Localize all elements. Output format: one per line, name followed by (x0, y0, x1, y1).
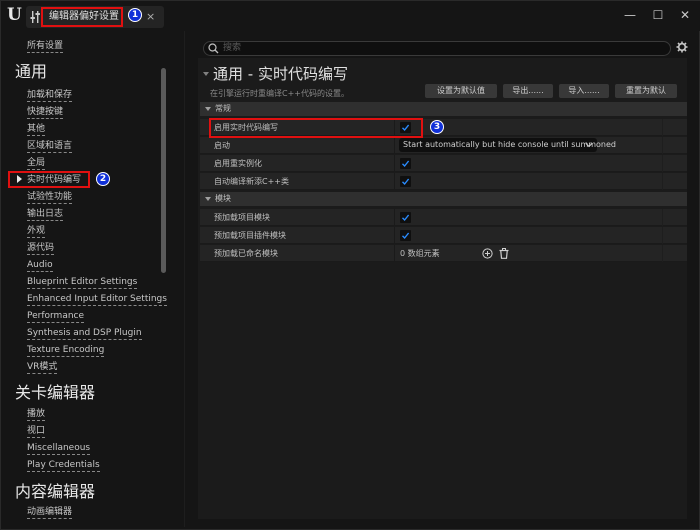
sidebar-item[interactable]: Audio (27, 260, 53, 272)
expand-arrow-icon (205, 197, 211, 201)
sidebar-item[interactable]: 输出日志 (27, 209, 64, 221)
annotation-marker-2: 2 (96, 172, 110, 186)
sidebar-item[interactable]: 其他 (27, 124, 46, 136)
page-subtitle: 在引擎运行时重编译C++代码的设置。 (210, 89, 349, 98)
setting-row-preload-project-modules: 预加载项目模块 (200, 209, 687, 226)
setting-row-preload-plugin-modules: 预加载项目插件模块 (200, 227, 687, 244)
setting-label: 预加载已命名模块 (214, 249, 278, 258)
search-placeholder: 搜索 (223, 43, 242, 53)
sidebar-item[interactable]: Texture Encoding (27, 345, 105, 357)
maximize-button[interactable]: ☐ (647, 6, 669, 24)
preload-plugin-modules-checkbox[interactable] (400, 230, 411, 241)
sidebar-category-general: 通用 (15, 62, 48, 81)
setting-label: 自动编译新添C++类 (214, 177, 289, 186)
expand-arrow-icon (205, 107, 211, 111)
search-icon (208, 43, 219, 54)
title-bar: U 编辑器偏好设置 × 1 — ☐ ✕ (1, 1, 700, 31)
setting-label: 启动 (214, 141, 230, 150)
sidebar-item[interactable]: VR模式 (27, 362, 58, 374)
selected-arrow-icon (17, 175, 22, 183)
page-title: 通用 - 实时代码编写 (213, 65, 348, 83)
chevron-down-icon (585, 143, 593, 148)
reset-to-default-button[interactable]: 重置为默认 (615, 84, 677, 98)
annotation-marker-3: 3 (430, 120, 444, 134)
setting-row-auto-compile-cpp: 自动编译新添C++类 (200, 173, 687, 190)
sidebar-item[interactable]: Play Credentials (27, 460, 100, 472)
setting-label: 预加载项目插件模块 (214, 231, 286, 240)
annotation-marker-1: 1 (128, 8, 142, 22)
search-input[interactable]: 搜索 (203, 41, 671, 56)
auto-compile-cpp-checkbox[interactable] (400, 176, 411, 187)
export-button[interactable]: 导出...... (503, 84, 553, 98)
settings-sidebar: 所有设置 通用 加载和保存 快捷按键 其他 区域和语言 全局 实时代码编写 试验… (2, 31, 181, 527)
sidebar-item[interactable]: 视口 (27, 426, 46, 438)
checkmark-icon (401, 160, 410, 168)
tab-title: 编辑器偏好设置 (41, 7, 123, 27)
preload-project-modules-checkbox[interactable] (400, 212, 411, 223)
add-element-icon[interactable] (482, 248, 493, 259)
import-button[interactable]: 导入...... (559, 84, 609, 98)
tab-editor-preferences[interactable]: 编辑器偏好设置 × (26, 6, 164, 28)
sidebar-item[interactable]: Performance (27, 311, 85, 323)
sidebar-item[interactable]: Blueprint Editor Settings (27, 277, 138, 289)
tab-close-button[interactable]: × (146, 9, 155, 25)
sidebar-item[interactable]: 外观 (27, 226, 46, 238)
sidebar-item[interactable]: Enhanced Input Editor Settings (27, 294, 167, 306)
sidebar-category-content-editor: 内容编辑器 (15, 482, 96, 501)
sidebar-item[interactable]: 加载和保存 (27, 90, 73, 102)
sidebar-scrollbar[interactable] (161, 68, 166, 273)
checkmark-icon (401, 178, 410, 186)
live-coding-highlight (209, 118, 423, 138)
startup-mode-dropdown[interactable]: Start automatically but hide console unt… (399, 138, 616, 152)
unreal-logo-icon: U (7, 5, 22, 25)
section-header-general[interactable]: 常规 (200, 102, 687, 116)
sidebar-category-level-editor: 关卡编辑器 (15, 383, 96, 402)
trash-icon[interactable] (499, 248, 509, 259)
checkmark-icon (401, 232, 410, 240)
sidebar-item[interactable]: 播放 (27, 409, 46, 421)
section-title: 模块 (215, 194, 231, 203)
setting-label: 启用重实例化 (214, 159, 262, 168)
sidebar-item[interactable]: 试验性功能 (27, 192, 73, 204)
checkmark-icon (401, 214, 410, 222)
set-as-default-button[interactable]: 设置为默认值 (425, 84, 497, 98)
sidebar-item[interactable]: 源代码 (27, 243, 55, 255)
setting-label: 预加载项目模块 (214, 213, 270, 222)
editor-preferences-window: U 编辑器偏好设置 × 1 — ☐ ✕ 所有设置 通用 加载和保存 快捷按键 其… (0, 0, 700, 530)
sidebar-item[interactable]: 区域和语言 (27, 141, 73, 153)
array-element-count: 0 数组元素 (400, 249, 440, 258)
minimize-button[interactable]: — (619, 6, 641, 24)
sidebar-item[interactable]: 全局 (27, 158, 46, 170)
enable-reinstancing-checkbox[interactable] (400, 158, 411, 169)
sidebar-divider (184, 31, 185, 527)
section-header-modules[interactable]: 模块 (200, 192, 687, 206)
sidebar-item-all-settings[interactable]: 所有设置 (27, 41, 64, 53)
sidebar-item[interactable]: 动画编辑器 (27, 507, 73, 519)
sidebar-item[interactable]: 快捷按键 (27, 107, 64, 119)
section-title: 常规 (215, 104, 231, 113)
setting-row-reinstancing: 启用重实例化 (200, 155, 687, 172)
sidebar-item[interactable]: Miscellaneous (27, 443, 91, 455)
sidebar-item[interactable]: Synthesis and DSP Plugin (27, 328, 142, 340)
gear-icon[interactable] (676, 41, 688, 53)
setting-row-startup: 启动 Start automatically but hide console … (200, 137, 687, 154)
setting-row-preload-named-modules: 预加载已命名模块 0 数组元素 (200, 245, 687, 262)
collapse-arrow-icon[interactable] (203, 72, 209, 76)
close-window-button[interactable]: ✕ (674, 6, 696, 24)
